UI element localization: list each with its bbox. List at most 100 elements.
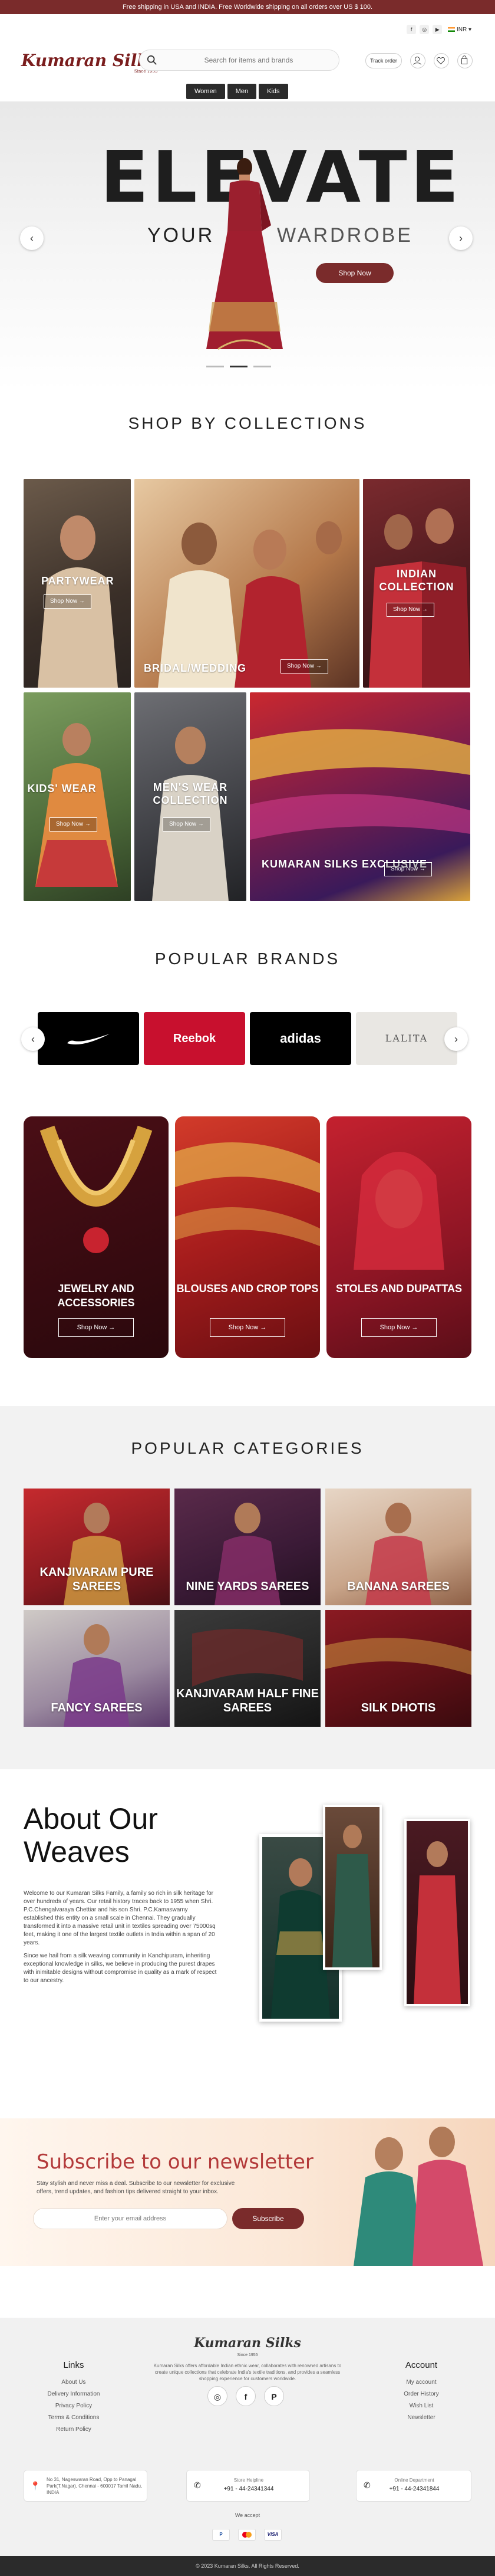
brand-reebok[interactable]: Reebok: [144, 1012, 245, 1065]
newsletter-email-input[interactable]: [34, 2209, 227, 2229]
footer-address: No 31, Nageswaran Road, Opp to Panagal P…: [47, 2477, 143, 2495]
category-card[interactable]: KANJIVARAM PURE SAREES: [24, 1489, 170, 1605]
brand-nike[interactable]: [38, 1012, 139, 1065]
button-label: Shop Now: [169, 821, 197, 827]
category-label: BANANA SAREES: [347, 1580, 450, 1593]
hero-slider-dots: [206, 366, 271, 367]
mastercard-icon: [238, 2529, 256, 2541]
collection-shop-button[interactable]: Shop Now →: [163, 817, 210, 832]
youtube-icon[interactable]: ▶: [433, 25, 443, 34]
wishlist-icon[interactable]: [434, 53, 449, 68]
footer-link[interactable]: Wish List: [371, 2400, 471, 2412]
nav-kids[interactable]: Kids: [259, 84, 288, 99]
search-icon[interactable]: [147, 55, 157, 65]
hero-prev-arrow-icon[interactable]: ‹: [20, 226, 44, 250]
payments-label: We accept: [235, 2512, 260, 2518]
about-title-line-1: About Our: [24, 1802, 158, 1835]
slider-dot-active[interactable]: [230, 366, 248, 367]
collection-shop-button[interactable]: Shop Now →: [384, 862, 432, 876]
announcement-bar: Free shipping in USA and INDIA. Free Wor…: [0, 0, 495, 14]
newsletter-email-field: [33, 2208, 227, 2229]
button-label: Shop Now: [391, 866, 418, 872]
accessory-card-blouses[interactable]: BLOUSES AND CROP TOPS Shop Now →: [175, 1116, 320, 1358]
accessory-label: BLOUSES AND CROP TOPS: [176, 1283, 319, 1294]
pinterest-icon[interactable]: P: [264, 2386, 284, 2406]
collection-shop-button[interactable]: Shop Now →: [280, 659, 328, 673]
about-image-2: [323, 1805, 382, 1970]
about-paragraph-2: Since we hail from a silk weaving commun…: [24, 1953, 217, 1984]
search-input[interactable]: [163, 50, 334, 70]
category-card[interactable]: BANANA SAREES: [325, 1489, 471, 1605]
brand-adidas[interactable]: adidas: [250, 1012, 351, 1065]
footer-link[interactable]: Order History: [371, 2388, 471, 2400]
collection-card-partywear[interactable]: PARTYWEAR Shop Now →: [24, 479, 131, 688]
facebook-icon[interactable]: f: [407, 25, 417, 34]
footer-social: ◎ f P: [207, 2386, 284, 2406]
collection-card-kids[interactable]: KIDS' WEAR Shop Now →: [24, 692, 131, 901]
online-number[interactable]: +91 - 44-24341844: [357, 2486, 472, 2492]
collection-card-indian[interactable]: INDIAN COLLECTION Shop Now →: [363, 479, 470, 688]
footer-logo[interactable]: Kumaran Silks: [0, 2335, 495, 2351]
nike-swoosh-icon: [67, 1034, 110, 1045]
collection-card-mens[interactable]: MEN'S WEAR COLLECTION Shop Now →: [134, 692, 246, 901]
brand-lalita[interactable]: LALITA: [356, 1012, 457, 1065]
phone-number[interactable]: +91 - 44-24341344: [187, 2486, 311, 2492]
footer-link[interactable]: Terms & Conditions: [24, 2412, 124, 2424]
category-card[interactable]: SILK DHOTIS: [325, 1610, 471, 1727]
accessory-shop-button[interactable]: Shop Now →: [361, 1318, 437, 1337]
accessory-shop-button[interactable]: Shop Now →: [210, 1318, 285, 1337]
collection-shop-button[interactable]: Shop Now →: [44, 594, 91, 609]
subscribe-button[interactable]: Subscribe: [232, 2208, 304, 2229]
categories-title: POPULAR CATEGORIES: [131, 1439, 364, 1457]
brands-prev-arrow-icon[interactable]: ‹: [21, 1027, 45, 1051]
button-label: Shop Now: [380, 1324, 410, 1331]
footer-link[interactable]: Privacy Policy: [24, 2400, 124, 2412]
category-label: KANJIVARAM PURE SAREES: [39, 1566, 154, 1593]
user-icon[interactable]: [410, 53, 425, 68]
instagram-icon[interactable]: ◎: [207, 2386, 227, 2406]
collection-shop-button[interactable]: Shop Now →: [50, 817, 97, 832]
accessory-card-stoles[interactable]: STOLES AND DUPATTAS Shop Now →: [326, 1116, 471, 1358]
collection-card-bridal[interactable]: BRIDAL/WEDDING Shop Now →: [134, 479, 359, 688]
collection-card-exclusive[interactable]: KUMARAN SILKS EXCLUSIVE Shop Now →: [250, 692, 470, 901]
footer-account-title: Account: [405, 2360, 438, 2370]
button-label: Shop Now: [56, 821, 84, 827]
newsletter-section: Subscribe to our newsletter Stay stylish…: [0, 2118, 495, 2266]
visa-icon: VISA: [264, 2529, 282, 2541]
nav-men[interactable]: Men: [227, 84, 257, 99]
accessory-label: STOLES AND DUPATTAS: [335, 1283, 462, 1294]
collection-label: BRIDAL/WEDDING: [144, 662, 246, 674]
hero-next-arrow-icon[interactable]: ›: [449, 226, 473, 250]
footer-link[interactable]: Return Policy: [24, 2424, 124, 2436]
newsletter-text: Stay stylish and never miss a deal. Subs…: [37, 2180, 235, 2195]
accessory-card-jewelry[interactable]: JEWELRY AND ACCESSORIES Shop Now →: [24, 1116, 169, 1358]
cart-icon[interactable]: [457, 53, 473, 68]
hero-line-left: YOUR: [147, 224, 215, 247]
slider-dot[interactable]: [206, 366, 224, 367]
slider-dot[interactable]: [253, 366, 271, 367]
brands-next-arrow-icon[interactable]: ›: [444, 1027, 468, 1051]
social-links: f ◎ ▶ INR ▾: [407, 25, 471, 34]
footer-link[interactable]: My account: [371, 2377, 471, 2388]
category-card[interactable]: FANCY SAREES: [24, 1610, 170, 1727]
nav-women[interactable]: Women: [186, 84, 225, 99]
hero-shop-button[interactable]: Shop Now: [316, 263, 394, 283]
hero-line-right: WARDROBE: [277, 224, 413, 247]
address-box: 📍 No 31, Nageswaran Road, Opp to Panagal…: [24, 2470, 147, 2502]
facebook-icon[interactable]: f: [236, 2386, 256, 2406]
category-card[interactable]: KANJIVARAM HALF FINE SAREES: [174, 1610, 321, 1727]
accessory-shop-button[interactable]: Shop Now →: [58, 1318, 134, 1337]
category-card[interactable]: NINE YARDS SAREES: [174, 1489, 321, 1605]
footer-link[interactable]: About Us: [24, 2377, 124, 2388]
button-label: Shop Now: [77, 1324, 107, 1331]
track-order-button[interactable]: Track order: [365, 53, 402, 68]
footer-link[interactable]: Delivery Information: [24, 2388, 124, 2400]
footer-links: About Us Delivery Information Privacy Po…: [24, 2377, 124, 2436]
instagram-icon[interactable]: ◎: [420, 25, 430, 34]
collection-shop-button[interactable]: Shop Now →: [387, 603, 434, 617]
category-label: SILK DHOTIS: [361, 1701, 436, 1714]
site-logo[interactable]: Kumaran Silks Since 1955: [21, 51, 158, 74]
collection-label: MEN'S WEAR COLLECTION: [153, 781, 228, 806]
currency-selector[interactable]: INR ▾: [448, 27, 471, 33]
footer-link[interactable]: Newsletter: [371, 2412, 471, 2424]
